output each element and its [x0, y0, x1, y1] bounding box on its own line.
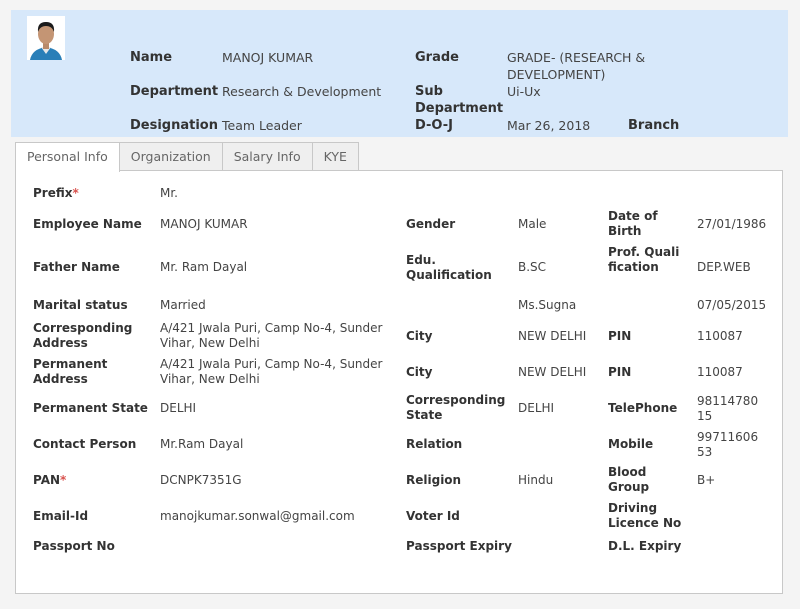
permanent-state-label: Permanent State	[33, 401, 148, 415]
blood-group-label: Blood Group	[608, 465, 650, 494]
gender-label: Gender	[406, 217, 456, 231]
religion-value: Hindu	[518, 473, 554, 487]
marital-status-label: Marital status	[33, 298, 128, 312]
employee-name-value: MANOJ KUMAR	[160, 217, 248, 231]
name-label: Name	[130, 50, 173, 65]
department-label: Department	[130, 84, 219, 99]
corresponding-pin-label: PIN	[608, 329, 632, 343]
blood-group-value: B+	[697, 473, 716, 487]
voter-id-label: Voter Id	[406, 509, 460, 523]
grade-value: GRADE- (RESEARCH & DEVELOPMENT)	[507, 50, 646, 82]
contact-person-label: Contact Person	[33, 437, 137, 451]
marital-status-value: Married	[160, 298, 206, 312]
tab-bar: Personal Info Organization Salary Info K…	[15, 142, 359, 172]
telephone-value: 9811478015	[697, 394, 759, 423]
corresponding-city-value: NEW DELHI	[518, 329, 587, 343]
employee-header: Name MANOJ KUMAR Grade GRADE- (RESEARCH …	[11, 10, 788, 137]
contact-person-value: Mr.Ram Dayal	[160, 437, 244, 451]
designation-label: Designation	[130, 118, 218, 133]
name-value: MANOJ KUMAR	[222, 50, 314, 65]
employee-photo	[27, 16, 65, 60]
personal-info-panel: Prefix* Mr. Employee Name MANOJ KUMAR Ge…	[15, 170, 783, 594]
branch-label: Branch	[628, 118, 680, 133]
prefix-value: Mr.	[160, 186, 178, 200]
email-value: manojkumar.sonwal@gmail.com	[160, 509, 355, 523]
permanent-pin-value: 110087	[697, 365, 743, 379]
gender-value: Male	[518, 217, 547, 231]
mobile-label: Mobile	[608, 437, 654, 451]
corresponding-state-value: DELHI	[518, 401, 555, 415]
telephone-label: TelePhone	[608, 401, 678, 415]
father-name-value: Mr. Ram Dayal	[160, 260, 248, 274]
permanent-city-value: NEW DELHI	[518, 365, 587, 379]
prof-qualification-label: Prof. Qualification	[608, 245, 680, 274]
employee-name-label: Employee Name	[33, 217, 142, 231]
pan-value: DCNPK7351G	[160, 473, 242, 487]
anniversary-value: 07/05/2015	[697, 298, 767, 312]
sub-department-value: Ui-Ux	[507, 84, 541, 99]
dl-expiry-label: D.L. Expiry	[608, 539, 682, 553]
tab-personal-info[interactable]: Personal Info	[15, 142, 120, 172]
permanent-pin-label: PIN	[608, 365, 632, 379]
dob-value: 27/01/1986	[697, 217, 767, 231]
father-name-label: Father Name	[33, 260, 120, 274]
permanent-address-label: Permanent Address	[33, 357, 108, 386]
spouse-name-value: Ms.Sugna	[518, 298, 577, 312]
edu-qualification-value: B.SC	[518, 260, 547, 274]
pan-label: PAN*	[33, 473, 67, 487]
tab-kye[interactable]: KYE	[311, 142, 359, 171]
edu-qualification-label: Edu. Qualification	[406, 253, 492, 282]
permanent-state-value: DELHI	[160, 401, 197, 415]
corresponding-state-label: Corresponding State	[406, 393, 506, 422]
religion-label: Religion	[406, 473, 462, 487]
prof-qualification-value: DEP.WEB	[697, 260, 751, 274]
mobile-value: 9971160653	[697, 430, 759, 459]
sub-department-label: Sub Department	[415, 84, 504, 116]
corresponding-address-label: Corresponding Address	[33, 321, 133, 350]
doj-label: D-O-J	[415, 118, 453, 133]
prefix-label: Prefix*	[33, 186, 79, 200]
permanent-address-value: A/421 Jwala Puri, Camp No-4, Sunder Viha…	[160, 357, 383, 386]
tab-organization[interactable]: Organization	[118, 142, 223, 171]
passport-expiry-label: Passport Expiry	[406, 539, 512, 553]
department-value: Research & Development	[222, 84, 382, 99]
corresponding-address-value: A/421 Jwala Puri, Camp No-4, Sunder Viha…	[160, 321, 383, 350]
grade-label: Grade	[415, 50, 459, 65]
corresponding-city-label: City	[406, 329, 433, 343]
dob-label: Date of Birth	[608, 209, 658, 238]
corresponding-pin-value: 110087	[697, 329, 743, 343]
driving-licence-label: Driving Licence No	[608, 501, 682, 530]
permanent-city-label: City	[406, 365, 433, 379]
email-label: Email-Id	[33, 509, 89, 523]
relation-label: Relation	[406, 437, 463, 451]
designation-value: Team Leader	[222, 118, 302, 133]
passport-no-label: Passport No	[33, 539, 115, 553]
tab-salary-info[interactable]: Salary Info	[221, 142, 313, 171]
doj-value: Mar 26, 2018	[507, 118, 591, 133]
